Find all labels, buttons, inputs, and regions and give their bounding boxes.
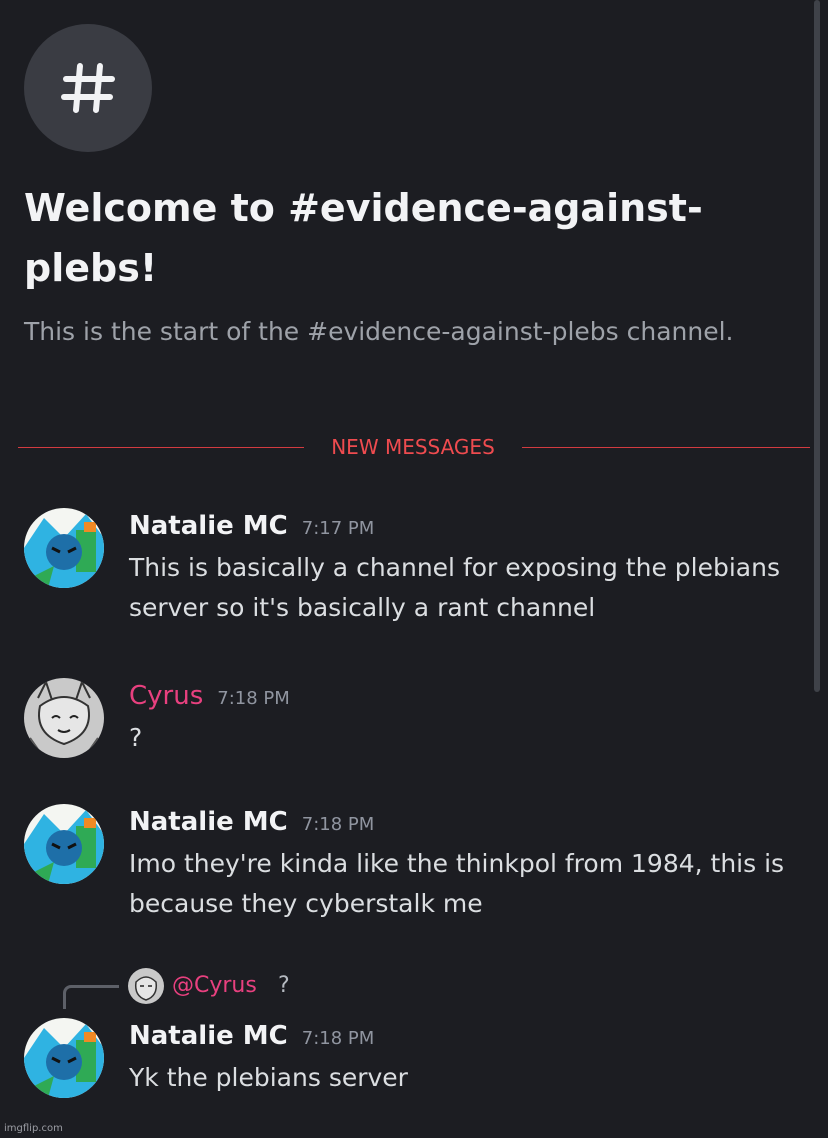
- new-messages-label: NEW MESSAGES: [304, 432, 522, 462]
- author-name[interactable]: Natalie MC: [129, 511, 288, 541]
- reply-mention[interactable]: @Cyrus: [172, 970, 257, 1002]
- message-text: Imo they're kinda like the thinkpol from…: [129, 849, 785, 918]
- timestamp: 7:18 PM: [301, 1028, 375, 1049]
- message-text: Yk the plebians server: [129, 1063, 408, 1092]
- avatar[interactable]: [24, 804, 104, 884]
- timestamp: 7:18 PM: [217, 688, 290, 709]
- reply-avatar[interactable]: [128, 968, 164, 1004]
- author-name[interactable]: Natalie MC: [129, 1021, 288, 1051]
- timestamp: 7:18 PM: [301, 814, 375, 835]
- watermark: imgflip.com: [4, 1123, 63, 1134]
- avatar[interactable]: [24, 508, 104, 588]
- channel-hash-icon: [24, 24, 152, 152]
- author-name[interactable]: Natalie MC: [129, 807, 288, 837]
- welcome-title: Welcome to #evidence-against-plebs!: [24, 186, 703, 290]
- author-name[interactable]: Cyrus: [129, 681, 203, 711]
- message-text: ?: [129, 723, 143, 752]
- reply-connector: [63, 985, 119, 1009]
- avatar[interactable]: [24, 1018, 104, 1098]
- welcome-subtitle: This is the start of the #evidence-again…: [24, 317, 734, 346]
- hash-icon: [61, 63, 115, 113]
- message-text: This is basically a channel for exposing…: [129, 553, 780, 622]
- timestamp: 7:17 PM: [301, 518, 375, 539]
- reply-preview-text[interactable]: ?: [278, 970, 290, 1002]
- avatar[interactable]: [24, 678, 104, 758]
